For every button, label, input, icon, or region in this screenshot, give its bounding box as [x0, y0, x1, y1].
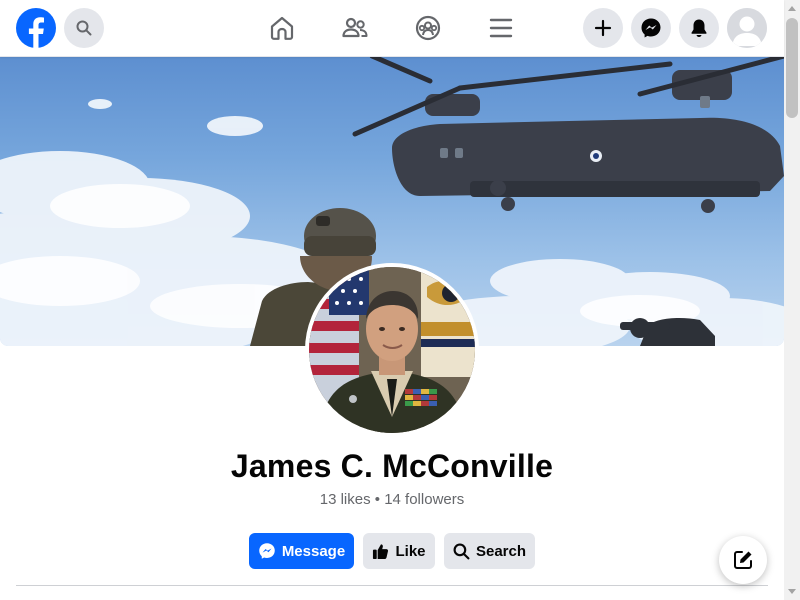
like-button[interactable]: Like [363, 533, 435, 569]
top-navigation-bar [0, 0, 784, 57]
account-avatar-button[interactable] [727, 8, 767, 48]
scrollbar-thumb[interactable] [786, 18, 798, 118]
home-icon[interactable] [268, 14, 296, 42]
bell-icon [691, 19, 707, 37]
notifications-button[interactable] [679, 8, 719, 48]
like-button-label: Like [395, 542, 426, 560]
facebook-logo-icon[interactable] [16, 8, 56, 48]
new-message-button[interactable] [719, 536, 767, 584]
profile-name: James C. McConville [230, 448, 554, 484]
search-profile-button[interactable]: Search [444, 533, 535, 569]
friends-icon[interactable] [341, 14, 369, 42]
messenger-icon [641, 18, 661, 38]
profile-photo-illustration [309, 267, 475, 433]
thumbs-up-icon [373, 543, 389, 559]
section-divider [16, 585, 768, 586]
menu-icon[interactable] [487, 14, 515, 42]
message-button[interactable]: Message [249, 533, 354, 569]
search-icon [453, 543, 470, 559]
profile-stats[interactable]: 13 likes • 14 followers [0, 491, 784, 508]
compose-icon [734, 551, 752, 569]
message-button-label: Message [281, 542, 346, 560]
messenger-button[interactable] [631, 8, 671, 48]
create-button[interactable] [583, 8, 623, 48]
messenger-icon [259, 543, 275, 559]
scroll-down-arrow-icon[interactable] [788, 589, 796, 594]
groups-icon[interactable] [414, 14, 442, 42]
scroll-up-arrow-icon[interactable] [788, 6, 796, 11]
search-button-label: Search [475, 542, 527, 560]
profile-picture[interactable] [305, 263, 479, 437]
page-scrollbar[interactable] [784, 0, 800, 600]
default-avatar-icon [727, 8, 767, 48]
search-icon [76, 20, 92, 36]
plus-icon [594, 19, 612, 37]
search-button[interactable] [64, 8, 104, 48]
